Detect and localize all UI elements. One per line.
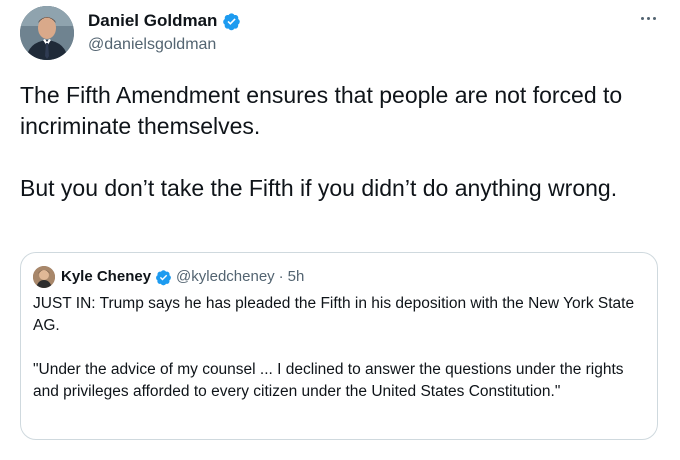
ellipsis-icon	[646, 16, 650, 20]
quoted-tweet-timestamp[interactable]: 5h	[288, 267, 305, 287]
tweet-text: The Fifth Amendment ensures that people …	[20, 80, 660, 204]
author-avatar[interactable]	[20, 6, 74, 60]
quoted-author-avatar[interactable]	[33, 266, 55, 288]
author-name-row: Daniel Goldman	[88, 10, 241, 32]
author-handle[interactable]: @danielsgoldman	[88, 35, 216, 55]
person-avatar-icon	[33, 266, 55, 288]
ellipsis-icon	[652, 16, 656, 20]
author-display-name[interactable]: Daniel Goldman	[88, 10, 217, 32]
quoted-tweet-text: JUST IN: Trump says he has pleaded the F…	[33, 293, 645, 403]
quoted-tweet-paragraph: JUST IN: Trump says he has pleaded the F…	[33, 295, 635, 334]
tweet: Daniel Goldman @danielsgoldman The Fifth…	[0, 0, 680, 460]
verified-badge-icon	[222, 12, 241, 31]
ellipsis-icon	[640, 16, 644, 20]
person-in-suit-avatar-icon	[20, 6, 74, 60]
quoted-author-handle[interactable]: @kyledcheney	[176, 267, 275, 287]
quoted-tweet-card[interactable]: Kyle Cheney @kyledcheney · 5h JUST IN: T…	[20, 252, 658, 440]
more-options-button[interactable]	[630, 6, 666, 30]
quoted-author-display-name[interactable]: Kyle Cheney	[61, 267, 151, 287]
tweet-paragraph: But you don’t take the Fifth if you didn…	[20, 175, 618, 201]
quoted-tweet-header: Kyle Cheney @kyledcheney · 5h	[33, 266, 304, 288]
verified-badge-icon	[155, 269, 172, 286]
quoted-tweet-paragraph: "Under the advice of my counsel ... I de…	[33, 361, 624, 400]
separator-dot: ·	[278, 268, 284, 285]
tweet-paragraph: The Fifth Amendment ensures that people …	[20, 82, 623, 139]
